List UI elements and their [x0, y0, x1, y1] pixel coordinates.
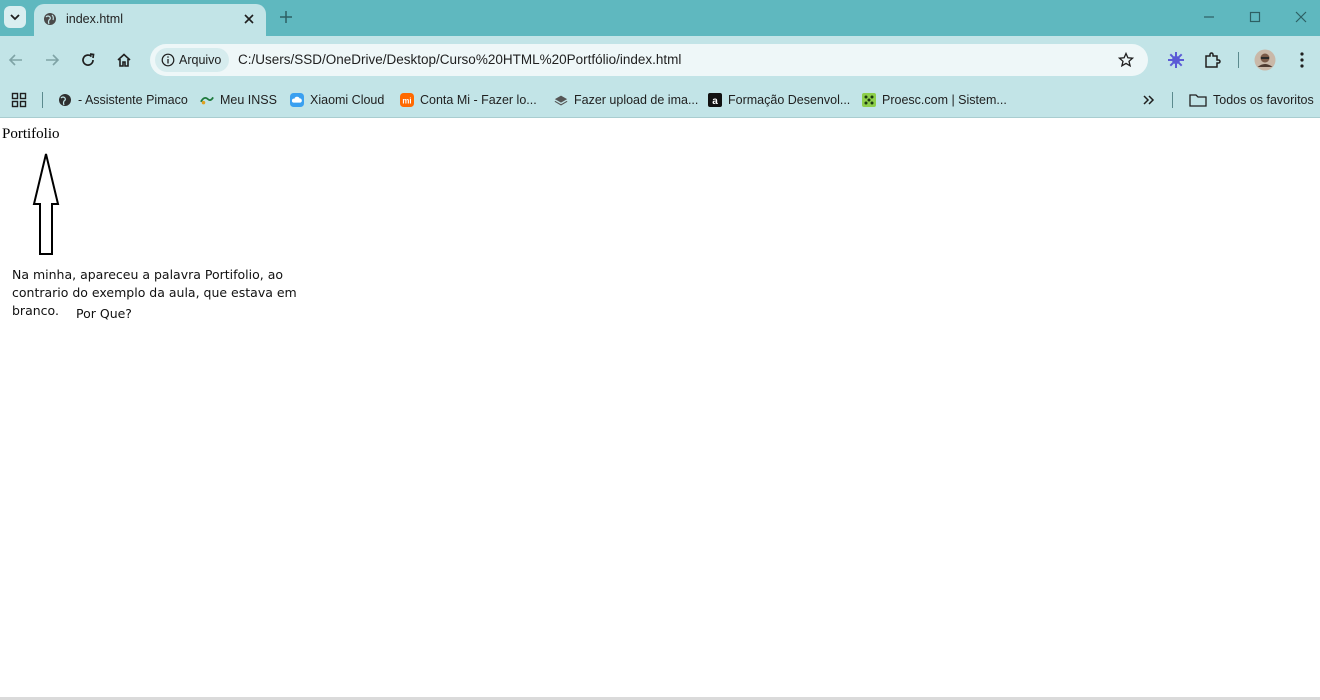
bookmark-label: Fazer upload de ima... — [574, 93, 699, 107]
arrow-right-icon — [46, 54, 60, 66]
bookmark-item[interactable]: - Assistente Pimaco — [58, 90, 188, 110]
bookmark-label: Conta Mi - Fazer lo... — [420, 93, 537, 107]
apps-button[interactable] — [11, 90, 27, 110]
all-bookmarks-button[interactable]: Todos os favoritos — [1189, 90, 1314, 110]
bookmark-label: - Assistente Pimaco — [78, 93, 188, 107]
annotation-question: Por Que? — [76, 306, 132, 321]
minimize-icon — [1204, 16, 1214, 18]
extension-sparkle-icon — [1168, 52, 1184, 68]
reload-button[interactable] — [75, 47, 101, 73]
profile-button[interactable] — [1252, 47, 1278, 73]
tab-close-button[interactable] — [240, 10, 258, 28]
globe-icon — [58, 93, 72, 107]
maximize-icon — [1249, 11, 1261, 23]
site-info-chip[interactable]: Arquivo — [155, 48, 230, 72]
cloud-icon — [290, 93, 304, 107]
back-button[interactable] — [3, 47, 29, 73]
bookmark-label: Formação Desenvol... — [728, 93, 851, 107]
extension-button[interactable] — [1163, 47, 1189, 73]
apps-grid-icon — [11, 92, 27, 108]
menu-button[interactable] — [1289, 47, 1315, 73]
tab-title: index.html — [66, 12, 123, 26]
svg-text:a: a — [712, 96, 718, 107]
tab-strip: index.html — [0, 0, 1320, 36]
proesc-icon — [862, 93, 876, 107]
home-icon — [117, 53, 131, 67]
bookmark-item[interactable]: mi Conta Mi - Fazer lo... — [400, 90, 537, 110]
kebab-menu-icon — [1300, 52, 1304, 68]
chevron-down-icon — [10, 14, 20, 21]
inss-icon — [200, 93, 214, 107]
bookmark-star-button[interactable] — [1116, 50, 1136, 70]
bookmarks-divider — [42, 92, 43, 108]
bookmarks-divider — [1172, 92, 1173, 108]
security-label: Arquivo — [179, 53, 222, 67]
address-bar[interactable]: Arquivo C:/Users/SSD/OneDrive/Desktop/Cu… — [150, 44, 1148, 76]
globe-icon — [44, 13, 56, 25]
extensions-menu-button[interactable] — [1199, 47, 1225, 73]
bookmark-label: Xiaomi Cloud — [310, 93, 385, 107]
double-chevron-right-icon — [1143, 95, 1155, 105]
bookmarks-bar: - Assistente Pimaco Meu INSS Xiaomi Clou… — [0, 84, 1320, 118]
close-icon — [1295, 11, 1307, 23]
a-icon: a — [708, 93, 722, 107]
more-bookmarks-button[interactable] — [1142, 90, 1156, 110]
toolbar-divider — [1238, 52, 1239, 68]
tab-active[interactable]: index.html — [34, 4, 266, 36]
layers-icon — [554, 93, 568, 107]
maximize-button[interactable] — [1243, 6, 1267, 28]
avatar — [1254, 49, 1276, 71]
minimize-button[interactable] — [1197, 6, 1221, 28]
tab-search-button[interactable] — [4, 6, 26, 28]
bookmark-item[interactable]: a Formação Desenvol... — [708, 90, 850, 110]
annotation-text: Na minha, apareceu a palavra Portifolio,… — [12, 267, 297, 318]
bookmark-item[interactable]: Proesc.com | Sistem... — [862, 90, 1007, 110]
plus-icon — [280, 11, 292, 23]
browser-toolbar: Arquivo C:/Users/SSD/OneDrive/Desktop/Cu… — [0, 36, 1320, 84]
arrow-up-icon — [32, 153, 60, 255]
forward-button[interactable] — [39, 47, 65, 73]
info-icon — [161, 53, 175, 67]
reload-icon — [82, 53, 95, 66]
folder-icon — [1189, 93, 1207, 107]
bookmark-item[interactable]: Xiaomi Cloud — [290, 90, 384, 110]
close-icon — [244, 14, 254, 24]
url-text[interactable]: C:/Users/SSD/OneDrive/Desktop/Curso%20HT… — [238, 52, 681, 67]
bookmark-label: Meu INSS — [220, 93, 277, 107]
svg-text:mi: mi — [402, 97, 411, 106]
star-icon — [1118, 52, 1134, 68]
page-heading: Portifolio — [2, 126, 60, 142]
new-tab-button[interactable] — [276, 7, 296, 27]
close-window-button[interactable] — [1289, 6, 1313, 28]
home-button[interactable] — [111, 47, 137, 73]
bookmark-label: Proesc.com | Sistem... — [882, 93, 1007, 107]
all-bookmarks-label: Todos os favoritos — [1213, 93, 1314, 107]
bookmark-item[interactable]: Fazer upload de ima... — [554, 90, 698, 110]
arrow-left-icon — [8, 54, 22, 66]
bookmark-item[interactable]: Meu INSS — [200, 90, 277, 110]
mi-icon: mi — [400, 93, 414, 107]
puzzle-icon — [1205, 52, 1221, 68]
page-viewport: Portifolio Na minha, apareceu a palavra … — [0, 118, 1320, 698]
